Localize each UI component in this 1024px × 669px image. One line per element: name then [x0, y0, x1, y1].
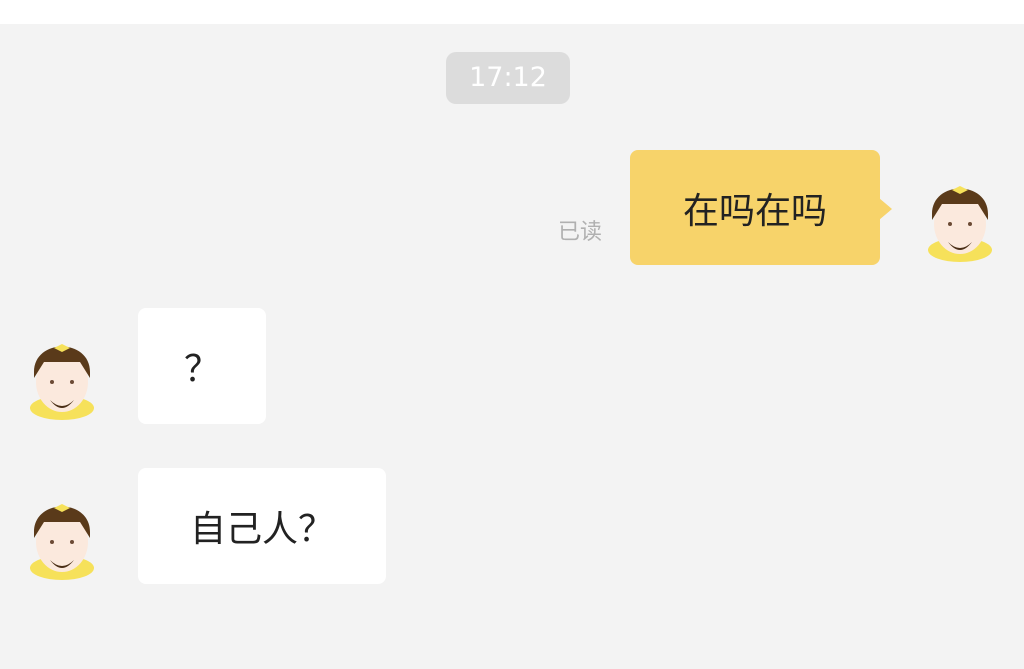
message-text: 自己人？ — [189, 509, 334, 550]
message-text: 在吗在吗 — [682, 190, 827, 232]
read-receipt: 已读 — [558, 220, 603, 245]
chat-area: 17:12 已读 在吗在吗 ？ 自己人？ — [0, 24, 1024, 669]
received-message-bubble[interactable]: 自己人？ — [138, 468, 386, 584]
message-timestamp: 17:12 — [446, 52, 570, 104]
sent-message-bubble[interactable]: 在吗在吗 — [630, 150, 892, 265]
delivery-rider-avatar-icon — [928, 186, 992, 262]
bubble-tail — [879, 198, 892, 220]
own-avatar[interactable] — [918, 162, 1002, 268]
received-message-bubble[interactable]: ？ — [138, 308, 266, 424]
delivery-rider-avatar-icon — [30, 344, 94, 420]
message-text: ？ — [183, 349, 220, 390]
delivery-rider-avatar-icon — [30, 504, 94, 580]
contact-avatar[interactable] — [20, 480, 104, 586]
contact-avatar[interactable] — [20, 320, 104, 426]
